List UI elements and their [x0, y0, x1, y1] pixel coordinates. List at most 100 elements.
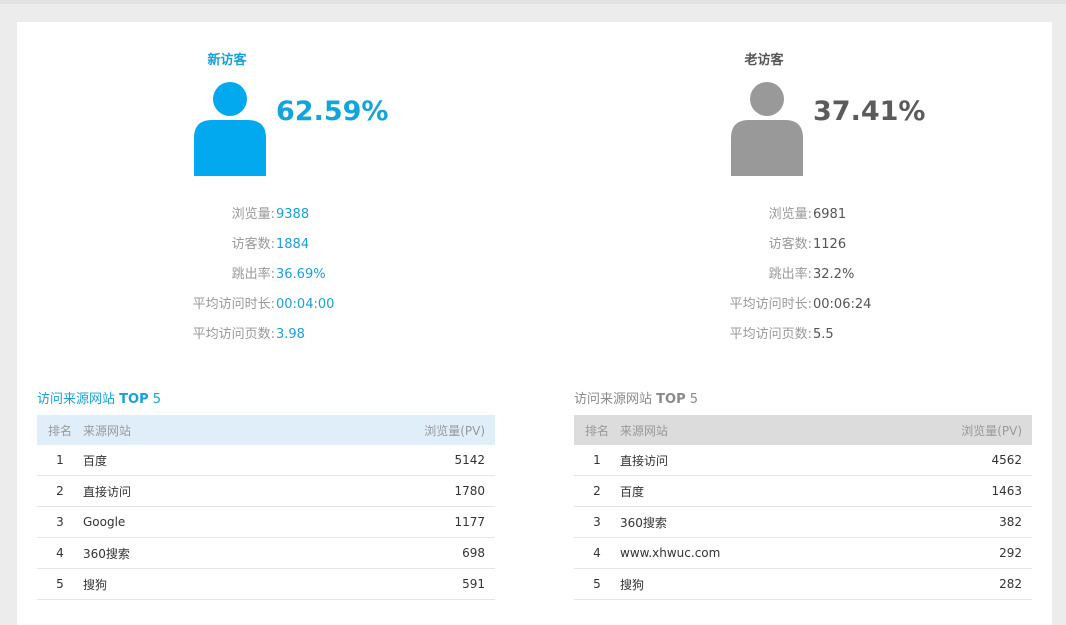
- source-sites-table: 排名 来源网站 浏览量(PV) 1 直接访问 4562 2 百度 1463 3: [574, 415, 1032, 600]
- table-row: 2 百度 1463: [574, 475, 1032, 507]
- pv-cell: 1177: [249, 506, 495, 538]
- pv-cell: 4562: [861, 445, 1032, 476]
- table-title-prefix: 访问来源网站: [37, 392, 116, 407]
- site-cell: 直接访问: [83, 475, 250, 507]
- col-rank-header: 排名: [47, 423, 72, 438]
- stat-row: 跳出率: 32.2%: [574, 260, 1032, 290]
- stat-value: 36.69%: [276, 267, 326, 282]
- rank-cell: 4: [37, 537, 83, 569]
- table-row: 5 搜狗 282: [574, 568, 1032, 600]
- new-visitors-panel: 新访客 62.59% 浏览量: 9388 访客数: 1884 跳出率: 36.6…: [37, 22, 495, 625]
- site-cell: 360搜索: [83, 537, 250, 569]
- stat-label: 浏览量:: [231, 207, 275, 222]
- pv-cell: 1780: [249, 475, 495, 507]
- stat-value: 00:04:00: [276, 297, 335, 312]
- stat-label: 浏览量:: [768, 207, 812, 222]
- person-icon: [194, 82, 266, 176]
- table-title-top: TOP: [119, 392, 149, 407]
- rank-cell: 3: [574, 506, 620, 538]
- table-title-prefix: 访问来源网站: [574, 392, 653, 407]
- table-row: 4 360搜索 698: [37, 537, 495, 569]
- col-pv-header: 浏览量(PV): [424, 423, 485, 438]
- pv-cell: 591: [249, 568, 495, 600]
- panel-title: 新访客: [207, 53, 247, 68]
- pv-cell: 382: [861, 506, 1032, 538]
- table-title-count: 5: [152, 392, 162, 407]
- col-rank-header: 排名: [584, 423, 609, 438]
- rank-cell: 2: [574, 475, 620, 507]
- stat-label: 平均访问时长:: [192, 297, 275, 312]
- site-cell: 百度: [620, 475, 862, 507]
- rank-cell: 1: [37, 445, 83, 476]
- stat-value: 9388: [276, 207, 310, 222]
- rank-cell: 1: [574, 445, 620, 476]
- table-row: 1 百度 5142: [37, 445, 495, 476]
- stats-list: 浏览量: 9388 访客数: 1884 跳出率: 36.69% 平均访问时长: …: [37, 200, 495, 350]
- rank-cell: 5: [574, 568, 620, 600]
- source-sites-table: 排名 来源网站 浏览量(PV) 1 百度 5142 2 直接访问 1780 3: [37, 415, 495, 600]
- site-cell: 搜狗: [83, 568, 250, 600]
- site-cell: 直接访问: [620, 445, 862, 476]
- pv-cell: 698: [249, 537, 495, 569]
- table-row: 3 360搜索 382: [574, 506, 1032, 538]
- stat-label: 跳出率:: [231, 267, 275, 282]
- stats-list: 浏览量: 6981 访客数: 1126 跳出率: 32.2% 平均访问时长: 0…: [574, 200, 1032, 350]
- pv-cell: 292: [861, 537, 1032, 569]
- stat-value: 1126: [813, 237, 847, 252]
- stat-row: 平均访问页数: 5.5: [574, 320, 1032, 350]
- site-cell: 百度: [83, 445, 250, 476]
- table-row: 3 Google 1177: [37, 506, 495, 538]
- site-cell: www.xhwuc.com: [620, 537, 862, 569]
- stat-label: 平均访问页数:: [192, 327, 275, 342]
- pv-cell: 1463: [861, 475, 1032, 507]
- stat-label: 跳出率:: [768, 267, 812, 282]
- table-row: 1 直接访问 4562: [574, 445, 1032, 476]
- rank-cell: 3: [37, 506, 83, 538]
- col-site-header: 来源网站: [620, 423, 669, 438]
- stat-label: 访客数:: [768, 237, 812, 252]
- stat-row: 访客数: 1126: [574, 230, 1032, 260]
- stat-value: 00:06:24: [813, 297, 872, 312]
- site-cell: 搜狗: [620, 568, 862, 600]
- table-title: 访问来源网站 TOP 5: [574, 388, 698, 407]
- percentage-value: 37.41%: [813, 96, 926, 127]
- table-row: 5 搜狗 591: [37, 568, 495, 600]
- table-title-top: TOP: [656, 392, 686, 407]
- percentage-value: 62.59%: [276, 96, 389, 127]
- table-title-count: 5: [689, 392, 699, 407]
- stat-row: 访客数: 1884: [37, 230, 495, 260]
- rank-cell: 4: [574, 537, 620, 569]
- site-cell: Google: [83, 506, 250, 538]
- stat-label: 访客数:: [231, 237, 275, 252]
- stat-row: 平均访问页数: 3.98: [37, 320, 495, 350]
- stat-label: 平均访问时长:: [729, 297, 812, 312]
- site-cell: 360搜索: [620, 506, 862, 538]
- table-title: 访问来源网站 TOP 5: [37, 388, 161, 407]
- stat-value: 5.5: [813, 327, 834, 342]
- panel-title: 老访客: [744, 53, 784, 68]
- col-site-header: 来源网站: [83, 423, 132, 438]
- stat-row: 平均访问时长: 00:06:24: [574, 290, 1032, 320]
- col-pv-header: 浏览量(PV): [961, 423, 1022, 438]
- stat-label: 平均访问页数:: [729, 327, 812, 342]
- stat-row: 跳出率: 36.69%: [37, 260, 495, 290]
- stat-row: 平均访问时长: 00:04:00: [37, 290, 495, 320]
- stat-row: 浏览量: 9388: [37, 200, 495, 230]
- visitor-comparison-card: 新访客 62.59% 浏览量: 9388 访客数: 1884 跳出率: 36.6…: [17, 22, 1052, 625]
- table-header-row: 排名 来源网站 浏览量(PV): [574, 415, 1032, 445]
- pv-cell: 282: [861, 568, 1032, 600]
- table-row: 4 www.xhwuc.com 292: [574, 537, 1032, 569]
- stat-value: 3.98: [276, 327, 305, 342]
- returning-visitors-panel: 老访客 37.41% 浏览量: 6981 访客数: 1126 跳出率: 32.2…: [574, 22, 1032, 625]
- table-header-row: 排名 来源网站 浏览量(PV): [37, 415, 495, 445]
- stat-value: 6981: [813, 207, 847, 222]
- stat-value: 1884: [276, 237, 310, 252]
- pv-cell: 5142: [249, 445, 495, 476]
- table-row: 2 直接访问 1780: [37, 475, 495, 507]
- rank-cell: 2: [37, 475, 83, 507]
- stat-row: 浏览量: 6981: [574, 200, 1032, 230]
- top-border: [0, 0, 1066, 4]
- person-icon: [731, 82, 803, 176]
- stat-value: 32.2%: [813, 267, 855, 282]
- rank-cell: 5: [37, 568, 83, 600]
